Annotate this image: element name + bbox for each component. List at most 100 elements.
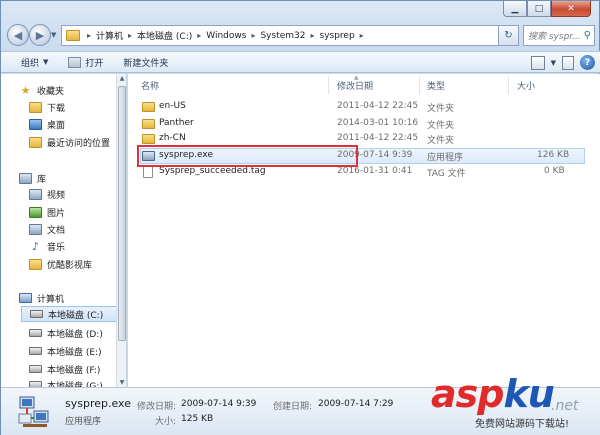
minimize-button[interactable]: ▁ <box>503 1 527 17</box>
scroll-up-icon[interactable]: ▲ <box>118 75 126 82</box>
navigation-pane: ★ 收藏夹 下载 桌面 最近访问的位置 库 视频 图片 文档 ♪ 音乐 优酷影视… <box>1 74 127 387</box>
nav-youku[interactable]: 优酷影视库 <box>29 256 126 272</box>
desktop-icon <box>29 118 42 130</box>
column-header-name[interactable]: 名称 <box>141 74 159 96</box>
chevron-down-icon: ▼ <box>43 58 49 66</box>
nav-libraries-label: 库 <box>37 174 47 185</box>
nav-drive-g[interactable]: 本地磁盘 (G:) <box>29 377 126 388</box>
breadcrumb-computer[interactable]: 计算机 <box>93 29 126 42</box>
file-type: 应用程序 <box>427 153 464 163</box>
details-modified-value: 2009-07-14 9:39 <box>181 399 257 409</box>
help-icon[interactable]: ? <box>580 55 595 70</box>
file-modified: 2014-03-01 10:16 <box>337 118 419 128</box>
column-header-type[interactable]: 类型 <box>427 74 445 96</box>
drive-icon <box>30 310 43 318</box>
nav-drive-c[interactable]: 本地磁盘 (C:) <box>21 306 117 322</box>
file-row-en-us[interactable]: en-US 2011-04-12 22:45 文件夹 <box>128 99 600 115</box>
file-type: TAG 文件 <box>427 169 466 179</box>
chevron-right-icon[interactable]: ▸ <box>308 31 316 40</box>
forward-button[interactable]: ▶ <box>29 24 51 46</box>
scroll-down-icon[interactable]: ▼ <box>118 379 126 386</box>
column-header-modified[interactable]: 修改日期 <box>337 74 373 96</box>
file-row-panther[interactable]: Panther 2014-03-01 10:16 文件夹 <box>128 116 600 132</box>
file-name: Panther <box>159 118 194 128</box>
details-size-label: 大小: <box>155 417 177 427</box>
details-created-value: 2009-07-14 7:29 <box>318 399 394 409</box>
drive-icon <box>29 365 42 373</box>
new-folder-label: 新建文件夹 <box>123 58 169 69</box>
close-icon: ✕ <box>567 3 575 14</box>
refresh-icon: ↻ <box>504 30 513 41</box>
column-size-label: 大小 <box>517 81 536 92</box>
address-bar[interactable]: ▸ 计算机 ▸ 本地磁盘 (C:) ▸ Windows ▸ System32 ▸… <box>61 25 499 46</box>
chevron-right-icon[interactable]: ▸ <box>126 31 134 40</box>
breadcrumb-sysprep[interactable]: sysprep <box>317 31 358 41</box>
application-icon <box>68 56 82 68</box>
command-bar: 组织 ▼ 打开 新建文件夹 ▼ ? <box>1 51 600 73</box>
column-divider[interactable] <box>419 76 420 94</box>
nav-scrollbar[interactable]: ▲ ▼ <box>116 74 126 387</box>
file-type: 文件夹 <box>427 104 455 114</box>
close-button[interactable]: ✕ <box>551 1 591 17</box>
organize-button[interactable]: 组织 ▼ <box>11 51 58 73</box>
details-file-name: sysprep.exe <box>65 397 131 410</box>
forward-arrow-icon: ▶ <box>35 28 45 42</box>
column-header-size[interactable]: 大小 <box>517 74 535 96</box>
nav-music[interactable]: ♪ 音乐 <box>29 238 126 254</box>
preview-pane-icon[interactable] <box>562 55 574 70</box>
column-divider[interactable] <box>508 76 509 94</box>
caption-buttons: ▁ □ ✕ <box>503 1 591 17</box>
open-button[interactable]: 打开 <box>58 51 113 73</box>
nav-drive-d[interactable]: 本地磁盘 (D:) <box>29 325 126 341</box>
nav-desktop[interactable]: 桌面 <box>29 116 126 132</box>
nav-music-label: 音乐 <box>47 242 66 253</box>
back-button[interactable]: ◀ <box>7 24 29 46</box>
maximize-icon: □ <box>534 3 544 14</box>
nav-documents[interactable]: 文档 <box>29 221 126 237</box>
nav-downloads[interactable]: 下载 <box>29 99 126 115</box>
nav-recent-label: 最近访问的位置 <box>47 138 111 149</box>
history-dropdown[interactable]: ▼ <box>51 31 56 39</box>
nav-drive-f[interactable]: 本地磁盘 (F:) <box>29 361 126 377</box>
chevron-down-icon[interactable]: ▼ <box>551 59 556 67</box>
change-view-icon[interactable] <box>530 55 545 70</box>
nav-scroll-thumb[interactable] <box>118 86 126 341</box>
video-library-icon <box>29 188 42 200</box>
nav-computer-label: 计算机 <box>37 294 65 305</box>
chevron-right-icon[interactable]: ▸ <box>195 31 203 40</box>
breadcrumb-windows[interactable]: Windows <box>203 31 249 41</box>
breadcrumb-drive-c[interactable]: 本地磁盘 (C:) <box>134 29 195 42</box>
nav-pictures[interactable]: 图片 <box>29 204 126 220</box>
details-modified-label: 修改日期: <box>137 402 177 412</box>
nav-videos[interactable]: 视频 <box>29 186 126 202</box>
chevron-right-icon[interactable]: ▸ <box>358 31 366 40</box>
chevron-right-icon[interactable]: ▸ <box>249 31 257 40</box>
drive-icon <box>29 347 42 355</box>
file-row-sysprep-tag[interactable]: Sysprep_succeeded.tag 2016-01-31 0:41 TA… <box>128 164 600 180</box>
new-folder-button[interactable]: 新建文件夹 <box>113 51 178 73</box>
search-input[interactable]: 搜索 syspr... ⚲ <box>523 25 595 46</box>
refresh-button[interactable]: ↻ <box>499 25 519 46</box>
nav-libraries[interactable]: 库 <box>19 170 126 186</box>
chevron-right-icon[interactable]: ▸ <box>85 31 93 40</box>
nav-drive-g-label: 本地磁盘 (G:) <box>47 381 103 388</box>
file-row-zh-cn[interactable]: zh-CN 2011-04-12 22:45 文件夹 <box>128 131 600 147</box>
recent-places-icon <box>29 136 42 148</box>
network-computer-icon <box>18 396 49 427</box>
pictures-library-icon <box>29 206 42 218</box>
nav-videos-label: 视频 <box>47 190 66 201</box>
maximize-button[interactable]: □ <box>527 1 551 17</box>
nav-favorites[interactable]: ★ 收藏夹 <box>19 82 126 98</box>
column-divider[interactable] <box>328 76 329 94</box>
nav-computer[interactable]: 计算机 <box>19 290 126 306</box>
nav-recent[interactable]: 最近访问的位置 <box>29 134 126 150</box>
explorer-window: ▁ □ ✕ ◀ ▶ ▼ ▸ 计算机 ▸ 本地磁盘 (C:) ▸ Windows … <box>0 0 600 435</box>
details-file-type: 应用程序 <box>65 417 102 427</box>
file-row-sysprep-exe[interactable]: sysprep.exe 2009-07-14 9:39 应用程序 126 KB <box>128 148 600 164</box>
star-icon: ★ <box>20 83 31 97</box>
computer-icon <box>19 293 32 303</box>
nav-favorites-label: 收藏夹 <box>37 86 65 97</box>
breadcrumb-system32[interactable]: System32 <box>257 31 308 41</box>
application-icon <box>142 151 155 161</box>
nav-drive-e[interactable]: 本地磁盘 (E:) <box>29 343 126 359</box>
